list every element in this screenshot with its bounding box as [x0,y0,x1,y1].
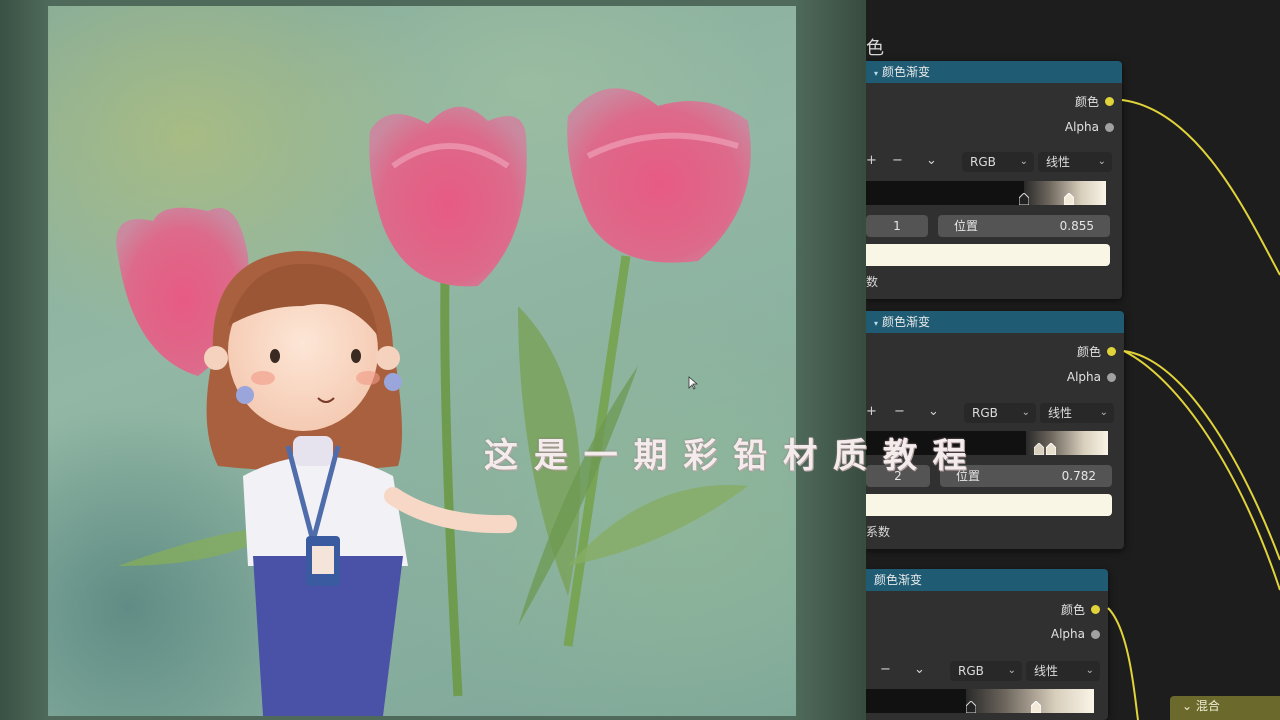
output-label: 颜色 [1076,345,1101,359]
node-title: 混合 [1195,699,1220,713]
output-label: Alpha [1066,370,1101,384]
socket-icon[interactable] [1107,347,1116,356]
color-mode-dropdown[interactable]: RGB ⌄ [964,403,1036,423]
active-stop-index[interactable]: 1 [866,215,928,237]
chevron-down-icon: ⌄ [1019,156,1028,167]
color-ramp-bar[interactable] [866,689,1094,713]
output-label: 颜色 [1074,95,1099,109]
color-ramp-node-1[interactable]: ▾ 颜色渐变 颜色 Alpha + − ⌄ RGB ⌄ 线性 ⌄ 1 位置 0.855 [866,61,1122,299]
add-stop-button[interactable]: + [866,404,877,419]
remove-stop-button[interactable]: − [880,662,891,677]
ramp-stop-handle[interactable] [1019,193,1029,205]
node-title: 颜色渐变 [882,65,931,79]
output-label: Alpha [1064,120,1099,134]
color-ramp-bar[interactable] [866,181,1106,205]
color-mode-dropdown[interactable]: RGB ⌄ [950,661,1022,681]
color-ramp-node-3[interactable]: 颜色渐变 颜色 Alpha − ⌄ RGB ⌄ 线性 ⌄ [866,569,1108,720]
chevron-down-icon: ⌄ [1007,665,1016,676]
stop-color-swatch[interactable] [866,494,1112,516]
interpolation-dropdown[interactable]: 线性 ⌄ [1040,403,1114,423]
video-subtitle: 这 是 一 期 彩 铅 材 质 教 程 [484,436,969,476]
collapse-arrow-icon[interactable]: ▾ [874,319,878,328]
ramp-stop-handle-active[interactable] [1031,701,1041,713]
socket-icon[interactable] [1107,372,1116,382]
output-alpha: Alpha [1051,627,1100,641]
ramp-menu-button[interactable]: ⌄ [926,153,937,168]
frame-title: 色 [866,38,884,59]
node-title: 颜色渐变 [874,573,923,587]
chevron-down-icon: ⌄ [1097,156,1106,167]
output-alpha: Alpha [1067,370,1116,384]
mouse-cursor-icon [688,376,698,390]
shader-node-editor[interactable]: 色 ▾ 颜色渐变 颜色 Alpha + − ⌄ RGB ⌄ 线性 ⌄ 1 位置 … [866,0,1280,720]
interpolation-dropdown[interactable]: 线性 ⌄ [1026,661,1100,681]
render-viewport[interactable] [0,0,866,720]
add-stop-button[interactable]: + [866,153,877,168]
node-header[interactable]: ▾ 颜色渐变 [866,311,1124,333]
ramp-stop-handle[interactable] [966,701,976,713]
output-label: Alpha [1050,627,1085,641]
output-color: 颜色 [1061,601,1100,618]
output-alpha: Alpha [1065,120,1114,134]
output-color: 颜色 [1077,343,1116,360]
ramp-gradient [966,689,1094,713]
chevron-down-icon: ⌄ [1021,407,1030,418]
remove-stop-button[interactable]: − [894,404,905,419]
node-header[interactable]: ▾ 颜色渐变 [866,61,1122,83]
ramp-stop-handle-active[interactable] [1064,193,1074,205]
node-header[interactable]: 颜色渐变 [866,569,1108,591]
socket-icon[interactable] [1091,629,1100,639]
output-color: 颜色 [1075,93,1114,110]
color-mode-dropdown[interactable]: RGB ⌄ [962,152,1034,172]
remove-stop-button[interactable]: − [892,153,903,168]
socket-icon[interactable] [1105,122,1114,132]
collapse-arrow-icon[interactable]: ▾ [874,69,878,78]
interpolation-dropdown[interactable]: 线性 ⌄ [1038,152,1112,172]
viewport-vignette [0,0,866,720]
stop-color-swatch[interactable] [866,244,1110,266]
stop-position-field[interactable]: 位置 0.855 [938,215,1110,237]
mix-node-header[interactable]: ⌄ 混合 [1170,696,1280,720]
ramp-menu-button[interactable]: ⌄ [928,404,939,419]
output-label: 颜色 [1060,603,1085,617]
chevron-down-icon[interactable]: ⌄ [1182,699,1192,713]
fac-input[interactable]: 数 [866,273,878,290]
chevron-down-icon: ⌄ [1099,407,1108,418]
socket-icon[interactable] [1105,97,1114,106]
ramp-menu-button[interactable]: ⌄ [914,662,925,677]
node-title: 颜色渐变 [882,315,931,329]
chevron-down-icon: ⌄ [1085,665,1094,676]
socket-icon[interactable] [1091,605,1100,614]
fac-input[interactable]: 系数 [866,523,890,540]
